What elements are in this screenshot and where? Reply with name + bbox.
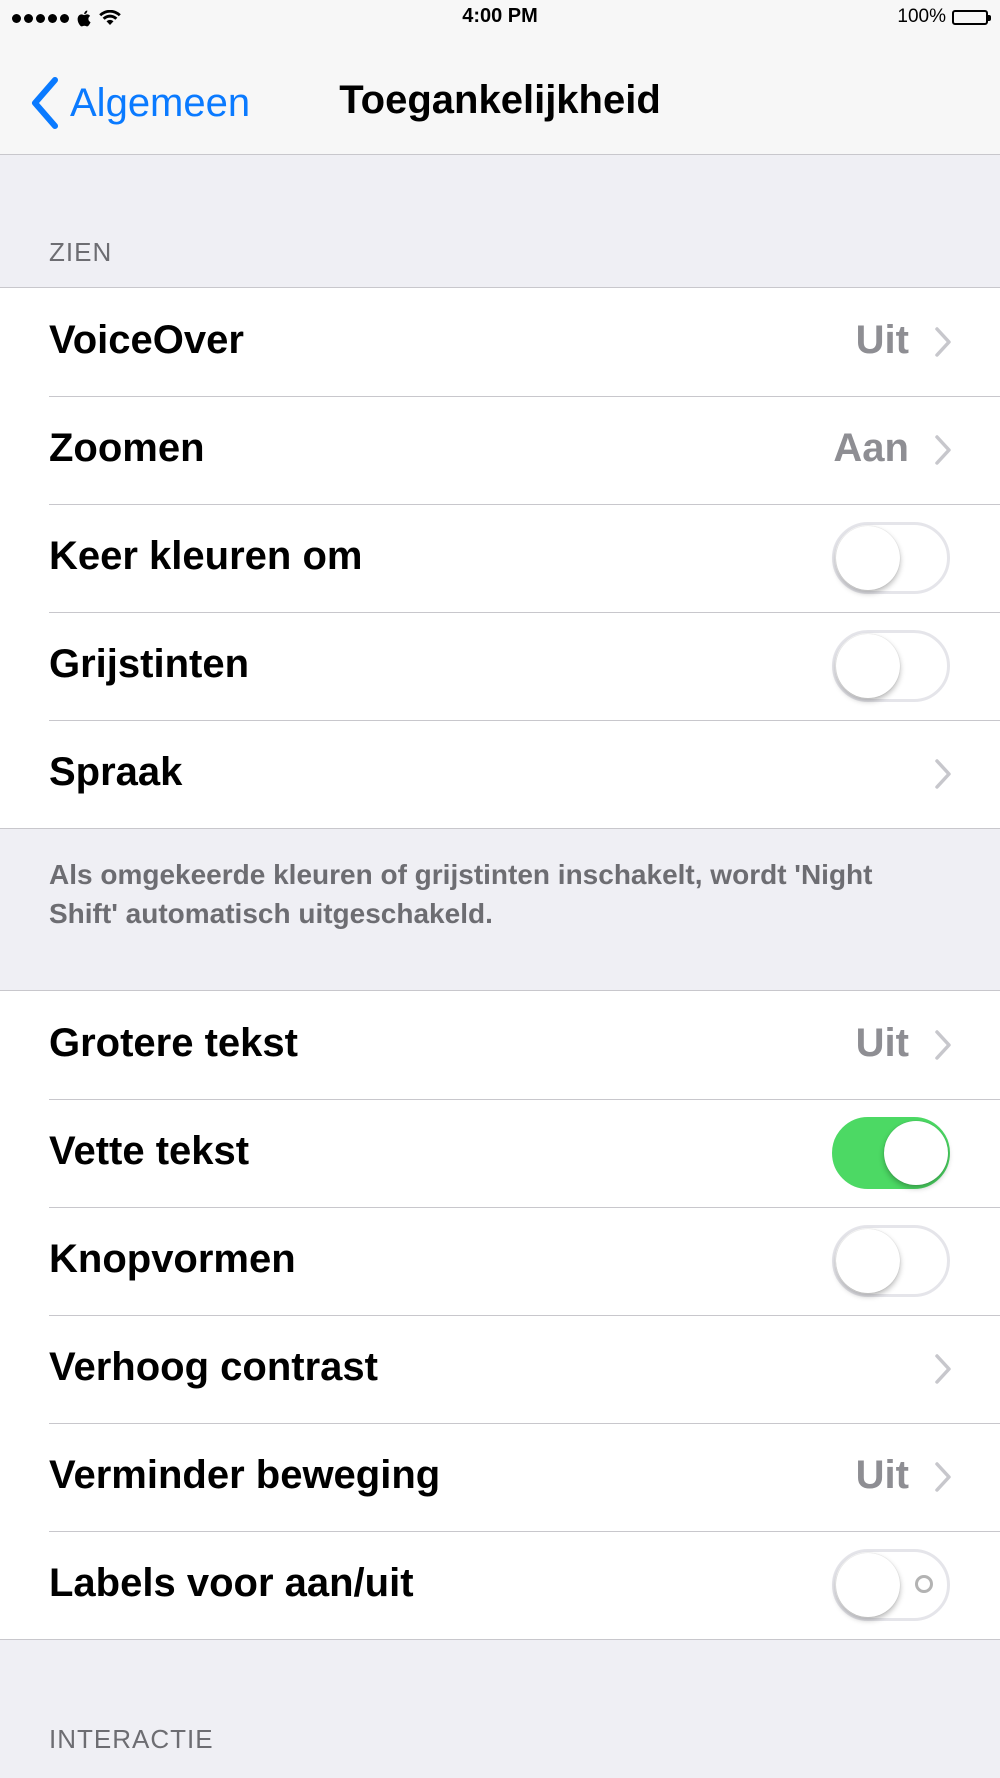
toggle-grijstinten[interactable] [832, 630, 950, 702]
chevron-right-icon [935, 327, 951, 357]
toggle-labels-voor-aan-uit[interactable] [832, 1549, 950, 1621]
row-verhoog-contrast[interactable]: Verhoog contrast [0, 1315, 1000, 1423]
chevron-right-icon [935, 1462, 951, 1492]
toggle-vette-tekst[interactable] [832, 1117, 950, 1189]
row-label: VoiceOver [49, 318, 244, 362]
row-label: Labels voor aan/uit [49, 1561, 414, 1605]
toggle-knob [836, 526, 900, 590]
row-label: Verminder beweging [49, 1453, 441, 1497]
status-right: 100% [897, 6, 991, 28]
row-vette-tekst: Vette tekst [0, 1099, 1000, 1207]
row-label: Grotere tekst [49, 1021, 298, 1065]
row-grotere-tekst[interactable]: Grotere tekst Uit [0, 991, 1000, 1099]
row-label: Verhoog contrast [49, 1345, 378, 1389]
status-time: 4:00 PM [462, 5, 538, 27]
status-bar: 4:00 PM 100% [0, 0, 1000, 36]
settings-group-zien: VoiceOver Uit Zoomen Aan Keer kleuren om… [0, 287, 1000, 829]
battery-icon [952, 9, 991, 25]
row-label: Grijstinten [49, 642, 250, 686]
row-grijstinten: Grijstinten [0, 612, 1000, 720]
row-spraak[interactable]: Spraak [0, 720, 1000, 828]
row-keer-kleuren-om: Keer kleuren om [0, 504, 1000, 612]
row-zoomen[interactable]: Zoomen Aan [0, 396, 1000, 504]
section-footer-note: Als omgekeerde kleuren of grijstinten in… [49, 859, 873, 929]
row-voiceover[interactable]: VoiceOver Uit [0, 288, 1000, 396]
row-label: Spraak [49, 750, 183, 794]
chevron-right-icon [935, 1030, 951, 1060]
row-value: Aan [833, 426, 909, 470]
row-value: Uit [855, 1021, 909, 1065]
row-label: Vette tekst [49, 1129, 250, 1173]
toggle-knob [884, 1121, 948, 1185]
row-label: Knopvormen [49, 1237, 296, 1281]
toggle-knob [836, 634, 900, 698]
page-title: Toegankelijkheid [339, 78, 661, 122]
row-labels-voor-aan-uit: Labels voor aan/uit [0, 1531, 1000, 1639]
chevron-right-icon [935, 759, 951, 789]
chevron-right-icon [935, 1354, 951, 1384]
row-label: Zoomen [49, 426, 205, 470]
section-header-interactie: INTERACTIE [49, 1724, 214, 1754]
battery-percent: 100% [897, 6, 946, 27]
toggle-keer-kleuren-om[interactable] [832, 522, 950, 594]
toggle-knob [836, 1553, 900, 1617]
settings-group-tekst: Grotere tekst Uit Vette tekst Knopvormen… [0, 990, 1000, 1640]
row-knopvormen: Knopvormen [0, 1207, 1000, 1315]
navigation-bar: Algemeen Toegankelijkheid [0, 36, 1000, 155]
off-label-circle-icon [915, 1575, 933, 1593]
toggle-knob [836, 1229, 900, 1293]
row-verminder-beweging[interactable]: Verminder beweging Uit [0, 1423, 1000, 1531]
section-header-zien: ZIEN [49, 237, 113, 267]
chevron-right-icon [935, 435, 951, 465]
row-value: Uit [855, 318, 909, 362]
row-value: Uit [855, 1453, 909, 1497]
toggle-knopvormen[interactable] [832, 1225, 950, 1297]
row-label: Keer kleuren om [49, 534, 363, 578]
